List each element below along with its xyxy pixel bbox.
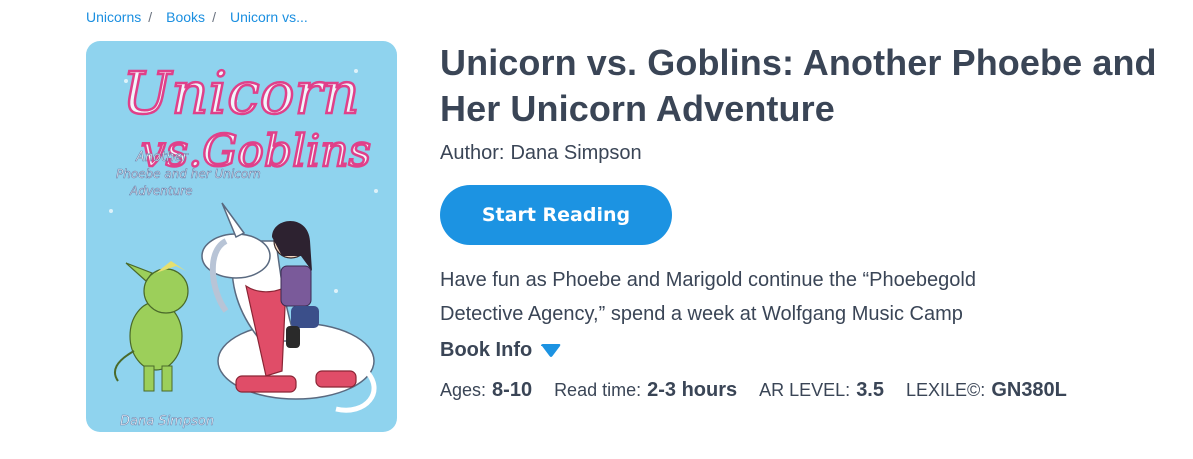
stat-ar-level: AR LEVEL: 3.5 bbox=[759, 379, 884, 402]
breadcrumb-link-current[interactable]: Unicorn vs... bbox=[230, 9, 308, 25]
book-info-label: Book Info bbox=[440, 339, 533, 361]
stat-value: GN380L bbox=[991, 379, 1067, 401]
breadcrumb-separator: / bbox=[148, 9, 153, 25]
caret-down-icon bbox=[541, 343, 561, 357]
cover-subtitle-1: Another bbox=[135, 150, 189, 165]
cover-subtitle-3: Adventure bbox=[129, 184, 193, 198]
stat-label: Ages: bbox=[440, 380, 487, 400]
stat-read-time: Read time: 2-3 hours bbox=[554, 379, 737, 402]
stat-value: 2-3 hours bbox=[647, 379, 738, 401]
book-details: Unicorn vs. Goblins: Another Phoebe and … bbox=[440, 40, 1180, 402]
breadcrumb-link-books[interactable]: Books bbox=[166, 9, 205, 25]
start-reading-button[interactable]: Start Reading bbox=[440, 185, 672, 245]
stat-label: Read time: bbox=[554, 380, 642, 400]
stat-label: LEXILE©: bbox=[906, 380, 986, 400]
book-cover-image: Unicorn vs.Goblins Another Phoebe and he… bbox=[86, 41, 397, 432]
author-label: Author: bbox=[440, 142, 505, 164]
stat-value: 8-10 bbox=[492, 379, 533, 401]
stat-label: AR LEVEL: bbox=[759, 380, 851, 400]
cover-title-line-1: Unicorn bbox=[122, 59, 359, 127]
cover-illustration: Unicorn vs.Goblins Another Phoebe and he… bbox=[86, 41, 397, 432]
author-name: Dana Simpson bbox=[510, 142, 642, 164]
stat-lexile: LEXILE©: GN380L bbox=[906, 379, 1067, 402]
stat-ages: Ages: 8-10 bbox=[440, 379, 532, 402]
book-info-toggle[interactable]: Book Info bbox=[440, 339, 1180, 362]
stat-value: 3.5 bbox=[856, 379, 884, 401]
cover-author: Dana Simpson bbox=[120, 414, 214, 429]
book-stats: Ages: 8-10 Read time: 2-3 hours AR LEVEL… bbox=[440, 379, 1180, 402]
author-line: Author: Dana Simpson bbox=[440, 142, 1180, 165]
cover-subtitle-2: Phoebe and her Unicorn bbox=[116, 167, 261, 181]
breadcrumb-separator: / bbox=[212, 9, 216, 25]
breadcrumb: Unicorns / Books / Unicorn vs... bbox=[86, 9, 308, 25]
book-title: Unicorn vs. Goblins: Another Phoebe and … bbox=[440, 42, 1157, 129]
book-description: Have fun as Phoebe and Marigold continue… bbox=[440, 269, 976, 325]
breadcrumb-link-unicorns[interactable]: Unicorns bbox=[86, 9, 141, 25]
